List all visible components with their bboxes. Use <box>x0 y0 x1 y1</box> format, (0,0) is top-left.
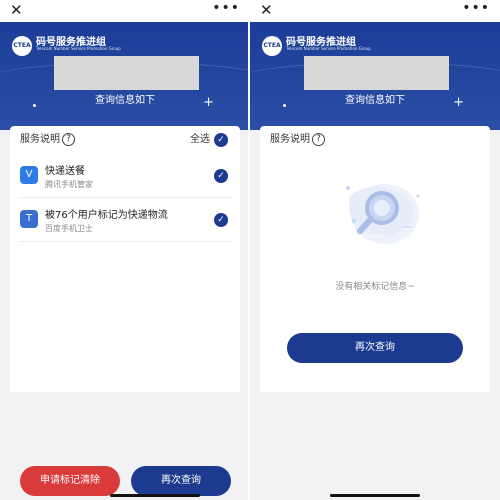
more-icon[interactable]: ••• <box>212 0 240 16</box>
brand-logo-icon: CTEA <box>12 36 32 56</box>
home-indicator <box>330 494 420 497</box>
plus-icon: + <box>453 95 464 110</box>
masked-phone-number <box>304 56 449 90</box>
close-icon[interactable]: ✕ <box>10 1 23 19</box>
plus-icon: + <box>203 95 214 110</box>
help-icon[interactable]: ? <box>312 133 325 146</box>
header-banner: CTEA 码号服务推进组 Telecom Number Service Prom… <box>0 22 250 130</box>
home-indicator <box>110 494 200 497</box>
service-card: 服务说明 ? 全选 ✓ V 快递送餐 腾讯手机管家 ✓ T 被76个用户标记为快… <box>10 126 240 392</box>
screenshot-stage: ✕ ••• CTEA 码号服务推进组 Telecom Number Servic… <box>0 0 500 500</box>
requery-button[interactable]: 再次查询 <box>131 466 231 496</box>
card-title: 服务说明 <box>20 134 60 145</box>
brand-logo-icon: CTEA <box>262 36 282 56</box>
empty-search-icon <box>346 184 420 244</box>
top-bar: ✕ ••• <box>0 0 250 22</box>
header-banner: CTEA 码号服务推进组 Telecom Number Service Prom… <box>250 22 500 130</box>
mark-row[interactable]: T 被76个用户标记为快递物流 百度手机卫士 ✓ <box>18 198 232 242</box>
mark-source: 百度手机卫士 <box>45 224 93 233</box>
help-icon[interactable]: ? <box>62 133 75 146</box>
empty-message: 没有相关标记信息~ <box>335 282 415 292</box>
shield-v-icon: V <box>20 166 38 184</box>
clear-mark-button[interactable]: 申请标记清除 <box>20 466 120 496</box>
top-bar: ✕ ••• <box>250 0 500 22</box>
mark-title: 被76个用户标记为快递物流 <box>45 210 168 221</box>
mark-title: 快递送餐 <box>45 166 85 177</box>
select-all-label[interactable]: 全选 <box>190 132 210 148</box>
card-title: 服务说明 <box>270 134 310 145</box>
decor-dot-icon <box>33 104 36 107</box>
result-panel-with-marks: ✕ ••• CTEA 码号服务推进组 Telecom Number Servic… <box>0 0 250 500</box>
masked-phone-number <box>54 56 199 90</box>
brand-name-en: Telecom Number Service Promotion Group <box>286 46 371 51</box>
shield-t-icon: T <box>20 210 38 228</box>
decor-dot-icon <box>283 104 286 107</box>
more-icon[interactable]: ••• <box>462 0 490 16</box>
mark-row[interactable]: V 快递送餐 腾讯手机管家 ✓ <box>18 154 232 198</box>
select-all-check-icon[interactable]: ✓ <box>214 133 228 147</box>
row-check-icon[interactable]: ✓ <box>214 213 228 227</box>
requery-button[interactable]: 再次查询 <box>287 333 463 363</box>
row-check-icon[interactable]: ✓ <box>214 169 228 183</box>
close-icon[interactable]: ✕ <box>260 1 273 19</box>
brand-name-en: Telecom Number Service Promotion Group <box>36 46 121 51</box>
mark-source: 腾讯手机管家 <box>45 180 93 189</box>
result-panel-empty: ✕ ••• CTEA 码号服务推进组 Telecom Number Servic… <box>250 0 500 500</box>
